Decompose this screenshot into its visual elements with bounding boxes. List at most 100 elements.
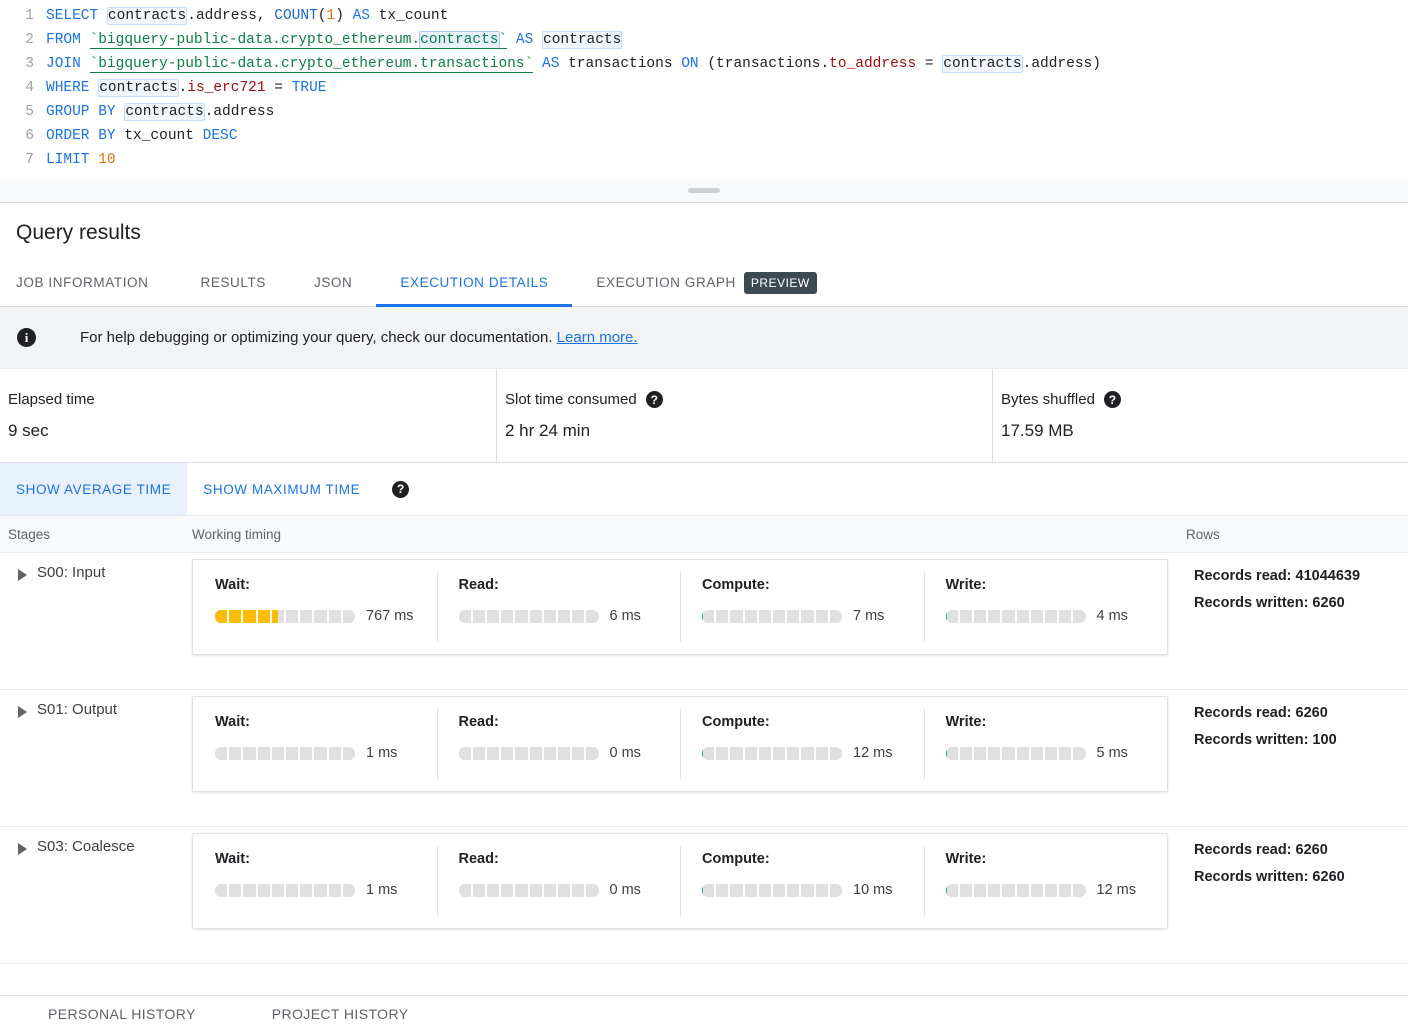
preview-badge: PREVIEW xyxy=(744,272,817,294)
sql-alias: tx_count xyxy=(379,8,449,24)
tab-personal-history[interactable]: PERSONAL HISTORY xyxy=(48,1006,196,1022)
timing-bar-cell xyxy=(459,747,471,760)
timing-bar-cell xyxy=(702,747,714,760)
timing-bar-cell xyxy=(473,610,485,623)
timing-bar-cell xyxy=(215,747,227,760)
expand-arrow-icon[interactable] xyxy=(18,843,27,855)
timing-bar-cell xyxy=(702,610,714,623)
stage-table-header: Stages Working timing Rows xyxy=(0,515,1408,553)
stage-label: S01: Output xyxy=(37,701,117,718)
code-line: 3 JOIN `bigquery-public-data.crypto_ethe… xyxy=(0,52,1408,76)
sql-editor[interactable]: 1 SELECT contracts.address, COUNT(1) AS … xyxy=(0,0,1408,179)
toggle-label: SHOW MAXIMUM TIME xyxy=(203,482,360,497)
timing-bar-cell xyxy=(314,610,326,623)
tab-project-history[interactable]: PROJECT HISTORY xyxy=(272,1006,409,1022)
learn-more-link[interactable]: Learn more. xyxy=(557,329,638,346)
tab-label: EXECUTION DETAILS xyxy=(400,275,548,290)
tab-execution-graph[interactable]: EXECUTION GRAPH PREVIEW xyxy=(572,259,840,306)
tab-label: RESULTS xyxy=(201,275,266,290)
timing-bar-cell xyxy=(773,884,785,897)
timing-bar-cell xyxy=(487,884,499,897)
timing-bar-fill xyxy=(702,884,703,897)
code-line: 2 FROM `bigquery-public-data.crypto_ethe… xyxy=(0,28,1408,52)
panel-splitter[interactable] xyxy=(0,179,1408,203)
timing-bar-fill xyxy=(946,884,947,897)
timing-bar-fill xyxy=(272,610,278,623)
timing-bar-row: 7 ms xyxy=(702,608,924,624)
timing-bar-fill xyxy=(243,610,255,623)
timing-bar-cell xyxy=(960,747,972,760)
timing-bar-cell xyxy=(1002,610,1014,623)
table-row[interactable]: S03: CoalesceWait:1 msRead:0 msCompute:1… xyxy=(0,827,1408,964)
timing-bar-cell xyxy=(946,610,958,623)
timing-bar-cell xyxy=(730,884,742,897)
timing-segment-label: Read: xyxy=(459,851,681,867)
timing-bar-row: 1 ms xyxy=(215,745,437,761)
timing-bar-cell xyxy=(974,610,986,623)
show-average-time-button[interactable]: SHOW AVERAGE TIME xyxy=(0,463,187,515)
show-maximum-time-button[interactable]: SHOW MAXIMUM TIME xyxy=(187,463,376,515)
timing-segment-compute: Compute:10 ms xyxy=(680,834,924,928)
timing-bar-fill xyxy=(702,747,703,760)
stage-label: S00: Input xyxy=(37,564,105,581)
table-row[interactable]: S00: InputWait:767 msRead:6 msCompute:7 … xyxy=(0,553,1408,690)
timing-bar-cell xyxy=(215,884,227,897)
help-icon[interactable]: ? xyxy=(392,481,409,498)
timing-bar-cell xyxy=(501,747,513,760)
sql-field: is_erc721 xyxy=(187,80,265,96)
line-number: 4 xyxy=(0,76,46,100)
timing-bar-cell xyxy=(258,884,270,897)
timing-segment-value: 4 ms xyxy=(1097,608,1128,624)
timing-bar-cell xyxy=(300,610,312,623)
timing-segment-value: 767 ms xyxy=(366,608,414,624)
results-tabs: JOB INFORMATION RESULTS JSON EXECUTION D… xyxy=(0,259,1408,307)
tab-execution-details[interactable]: EXECUTION DETAILS xyxy=(376,259,572,306)
timing-bar-row: 0 ms xyxy=(459,745,681,761)
metrics-bar: Elapsed time 9 sec Slot time consumed ? … xyxy=(0,369,1408,463)
help-icon[interactable]: ? xyxy=(646,391,663,408)
metric-value: 17.59 MB xyxy=(1001,421,1408,441)
timing-bar-cell xyxy=(586,884,598,897)
sql-keyword: TRUE xyxy=(292,80,327,96)
timing-bar-cell xyxy=(459,884,471,897)
splitter-drag-handle[interactable] xyxy=(688,188,720,193)
timing-progress-bar xyxy=(215,610,355,623)
tab-results[interactable]: RESULTS xyxy=(177,259,290,306)
timing-bar-cell xyxy=(745,610,757,623)
timing-segment-compute: Compute:7 ms xyxy=(680,560,924,654)
metric-label-text: Elapsed time xyxy=(8,391,95,408)
sql-keyword: AS xyxy=(353,8,370,24)
tab-json[interactable]: JSON xyxy=(290,259,376,306)
timing-bar-cell xyxy=(515,610,527,623)
timing-segment-wait: Wait:1 ms xyxy=(193,834,437,928)
metric-label: Slot time consumed ? xyxy=(505,391,992,408)
table-row[interactable]: S01: OutputWait:1 msRead:0 msCompute:12 … xyxy=(0,690,1408,827)
timing-bar-cell xyxy=(515,747,527,760)
timing-bar-fill xyxy=(258,610,270,623)
timing-segment-label: Read: xyxy=(459,714,681,730)
timing-bar-row: 767 ms xyxy=(215,608,437,624)
expand-arrow-icon[interactable] xyxy=(18,569,27,581)
timing-bar-cell xyxy=(974,884,986,897)
tab-job-information[interactable]: JOB INFORMATION xyxy=(16,259,177,306)
timing-bar-cell xyxy=(1059,610,1071,623)
timing-bar-cell xyxy=(258,747,270,760)
timing-bar-cell xyxy=(1031,747,1043,760)
sql-token-contracts: contracts xyxy=(942,55,1022,73)
timing-bar-cell xyxy=(215,610,227,623)
timing-bar-cell xyxy=(759,884,771,897)
timing-bar-cell xyxy=(243,610,255,623)
timing-segment-read: Read:6 ms xyxy=(437,560,681,654)
sql-keyword: ON xyxy=(681,56,698,72)
timing-bar-cell xyxy=(487,610,499,623)
timing-bar-cell xyxy=(1017,610,1029,623)
timing-segment-value: 5 ms xyxy=(1097,745,1128,761)
timing-progress-bar xyxy=(459,610,599,623)
timing-bar-cell xyxy=(1002,747,1014,760)
tab-label: EXECUTION GRAPH xyxy=(596,275,736,290)
sql-tick: ` xyxy=(499,32,508,49)
expand-arrow-icon[interactable] xyxy=(18,706,27,718)
records-written: Records written: 6260 xyxy=(1194,590,1408,617)
help-icon[interactable]: ? xyxy=(1104,391,1121,408)
sql-operator: = xyxy=(266,80,292,96)
